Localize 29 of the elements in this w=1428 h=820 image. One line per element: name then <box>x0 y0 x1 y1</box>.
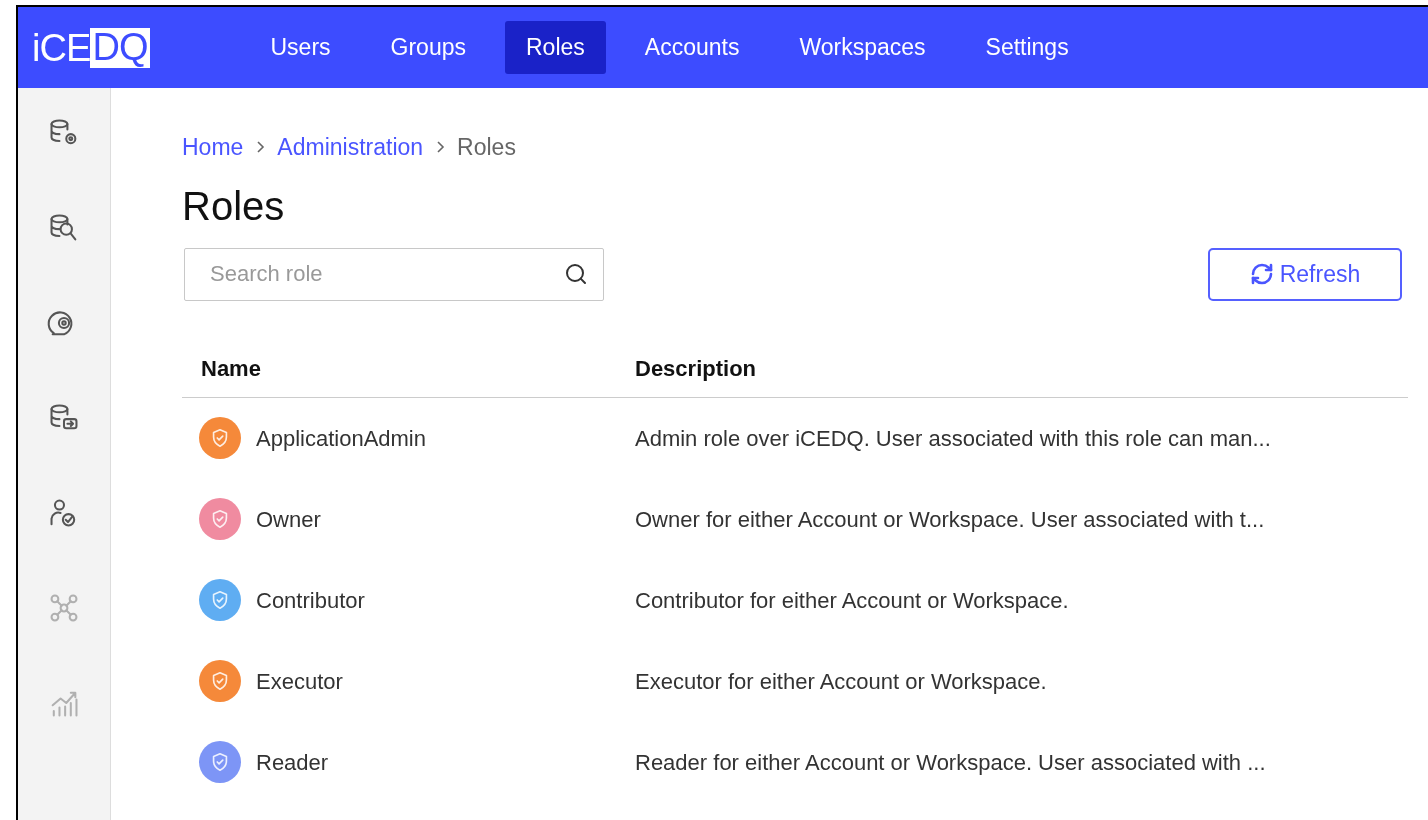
search-icon[interactable] <box>564 261 588 286</box>
breadcrumb-current: Roles <box>457 133 516 162</box>
nav-tab[interactable]: Workspaces <box>778 21 947 74</box>
table-cell-text: Executor for either Account or Workspace. <box>635 667 1047 696</box>
breadcrumb-link[interactable]: Home <box>182 130 244 165</box>
table-cell-text: Reader <box>256 748 329 777</box>
table-cell-text: Admin role over iCEDQ. User associated with this role can man... <box>635 424 1271 453</box>
chevron-icon <box>435 140 446 155</box>
chevron-icon <box>255 140 266 155</box>
refresh-button[interactable]: Refresh <box>1208 247 1402 301</box>
column-header: Description <box>635 355 757 383</box>
page-title: Roles <box>182 182 286 230</box>
nav-tab[interactable]: Groups <box>369 21 487 74</box>
table-cell-text: Contributor for either Account or Workspace. <box>635 586 1069 615</box>
nav-tab[interactable]: Users <box>249 21 352 74</box>
logo: iCEDQ <box>32 27 150 68</box>
table-cell-text: ApplicationAdmin <box>256 424 426 453</box>
nav-tab[interactable]: Accounts <box>623 21 761 74</box>
table-cell-text: Reader for either Account or Workspace. User associated with ... <box>635 748 1266 777</box>
table-cell-text: Owner for either Account or Workspace. User associated with t... <box>635 505 1265 534</box>
refresh-icon <box>1249 262 1274 286</box>
search-field[interactable]: Search role <box>184 247 604 301</box>
table-cell-text: Owner <box>256 505 321 534</box>
nav-tab[interactable]: Roles <box>505 21 606 74</box>
table-cell-text: Contributor <box>256 586 365 615</box>
table-cell-text: Executor <box>256 667 343 696</box>
column-header: Name <box>200 355 262 383</box>
breadcrumb-link[interactable]: Administration <box>277 130 424 165</box>
nav-tab[interactable]: Settings <box>964 21 1090 74</box>
